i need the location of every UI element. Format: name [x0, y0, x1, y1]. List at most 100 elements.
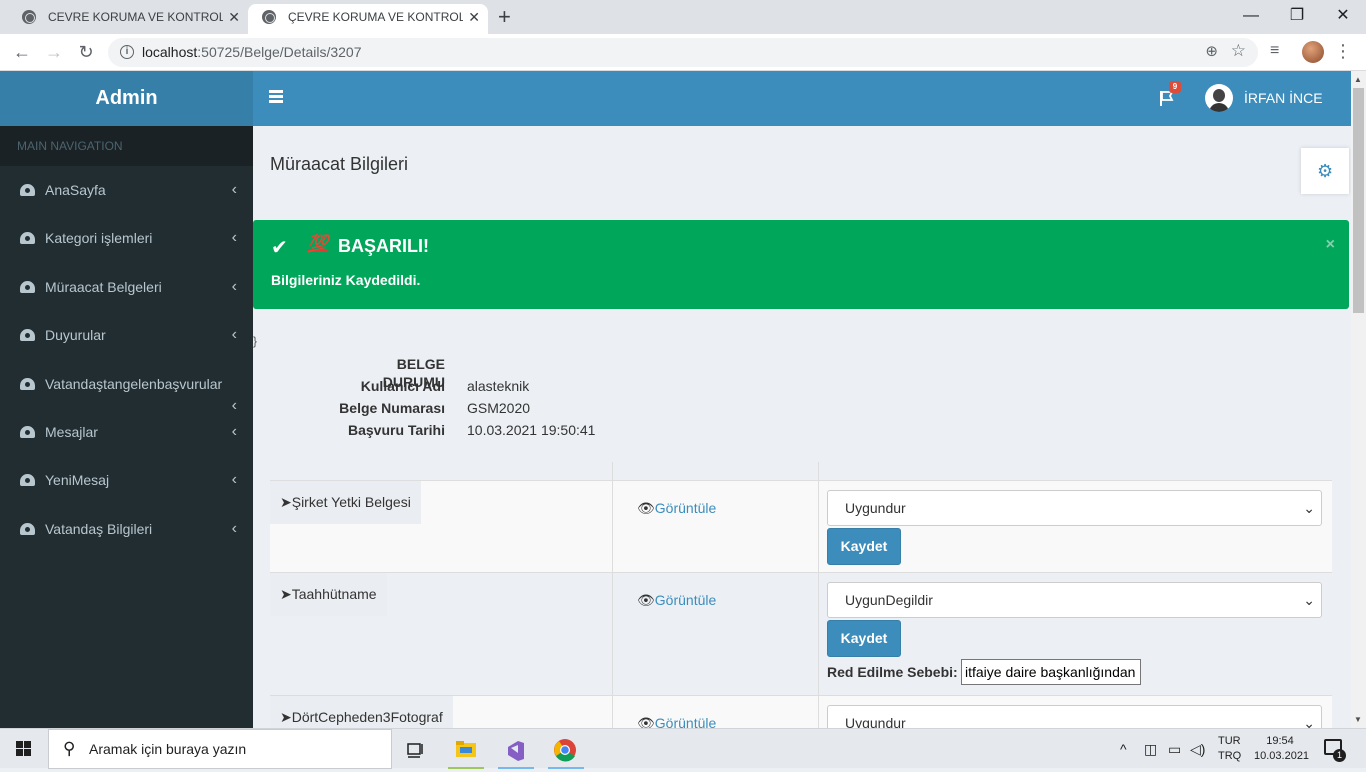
sidebar-item-basvurular[interactable]: Vatandaştangelenbaşvurular ‹	[0, 360, 253, 414]
search-icon: ⚲	[63, 739, 76, 758]
sidebar-item-kategori[interactable]: Kategori işlemleri ‹	[0, 214, 253, 262]
globe-icon	[22, 10, 36, 24]
dashboard-icon	[20, 474, 35, 487]
chevron-left-icon: ‹	[231, 277, 237, 295]
alert-message: Bilgileriniz Kaydedildi.	[271, 272, 421, 288]
reject-reason-input[interactable]: itfaiye daire başkanlığından	[961, 659, 1141, 685]
network-icon[interactable]: ▭	[1168, 729, 1181, 769]
document-name: ➤DörtCepheden3Fotograf	[270, 696, 453, 728]
sidebar-toggle-icon[interactable]	[269, 90, 283, 103]
page-scrollbar[interactable]: ▲ ▼	[1351, 71, 1366, 728]
dashboard-icon	[20, 329, 35, 342]
tab-title: CEVRE KORUMA VE KONTROL DAİRESİ	[48, 10, 223, 24]
alert-close-button[interactable]: ×	[1326, 236, 1335, 254]
document-name: ➤Taahhütname	[270, 573, 387, 616]
page-title: Müraacat Bilgileri	[270, 154, 409, 174]
user-avatar[interactable]	[1205, 84, 1233, 112]
sidebar-item-label: Vatandaş Bilgileri	[45, 520, 153, 537]
language-indicator[interactable]: TUR TRQ	[1218, 734, 1241, 764]
back-icon[interactable]: ←	[10, 40, 34, 64]
success-alert: ✔ 💯 BAŞARILI! Bilgileriniz Kaydedildi. ×	[253, 220, 1349, 309]
detail-value: GSM2020	[467, 400, 531, 416]
chevron-left-icon: ‹	[231, 519, 237, 537]
windows-taskbar: ⚲ Aramak için buraya yazın ^ ◫ ▭ ◁) TUR T…	[0, 728, 1366, 769]
settings-button[interactable]: ⚙	[1301, 148, 1349, 194]
bookmark-star-icon[interactable]: ☆	[1231, 41, 1246, 61]
chevron-up-icon[interactable]: ^	[1120, 729, 1127, 769]
gear-icon: ⚙	[1317, 161, 1334, 181]
user-name[interactable]: İRFAN İNCE	[1244, 71, 1323, 126]
status-select[interactable]: UygunDegildir ⌄	[827, 582, 1322, 618]
taskbar-search[interactable]: ⚲ Aramak için buraya yazın	[48, 729, 392, 769]
close-tab-icon[interactable]: ✕	[468, 4, 480, 30]
sidebar-item-vatandas[interactable]: Vatandaş Bilgileri ‹	[0, 505, 253, 553]
dashboard-icon	[20, 232, 35, 245]
detail-label: Belge Numarası	[339, 400, 445, 416]
zoom-icon[interactable]: ⊕	[1205, 42, 1218, 60]
sidebar-item-label: Duyurular	[45, 327, 106, 344]
chevron-down-icon: ⌄	[1303, 592, 1315, 608]
admin-app: Admin 9 İRFAN İNCE MAIN NAVIGATION AnaSa…	[0, 71, 1366, 728]
sidebar-item-duyurular[interactable]: Duyurular ‹	[0, 311, 253, 359]
sidebar-item-yenimesaj[interactable]: YeniMesaj ‹	[0, 456, 253, 504]
detail-heading: BELGE DURUMU	[382, 356, 445, 390]
dashboard-icon	[20, 184, 35, 196]
view-link[interactable]: 👁Görüntüle	[637, 500, 716, 517]
sidebar-item-label: Mesajlar	[45, 423, 98, 440]
chrome-icon[interactable]	[546, 733, 586, 769]
close-tab-icon[interactable]: ✕	[228, 4, 240, 30]
status-select[interactable]: Uygundur ⌄	[827, 705, 1322, 728]
notification-badge: 9	[1169, 81, 1181, 93]
chevron-left-icon: ‹	[231, 471, 237, 489]
forward-icon[interactable]: →	[42, 40, 66, 64]
save-button[interactable]: Kaydet	[827, 620, 901, 657]
url-text[interactable]: localhost:50725/Belge/Details/3207	[142, 38, 362, 67]
browser-tab-active[interactable]: ÇEVRE KORUMA VE KONTROL AİRESİ ✕	[248, 4, 488, 34]
reload-icon[interactable]: ↻	[74, 40, 98, 64]
scroll-up-icon[interactable]: ▲	[1354, 75, 1362, 84]
sidebar-item-mesajlar[interactable]: Mesajlar ‹	[0, 408, 253, 456]
table-row: ➤Taahhütname 👁Görüntüle UygunDegildir ⌄ K…	[270, 572, 1332, 695]
eye-icon: 👁	[637, 715, 655, 728]
scrollbar-thumb[interactable]	[1353, 88, 1364, 313]
sidebar-item-label: Müraacat Belgeleri	[45, 278, 162, 295]
window-close-button[interactable]: ✕	[1320, 4, 1366, 28]
view-link[interactable]: 👁Görüntüle	[637, 715, 716, 728]
address-bar[interactable]: i localhost:50725/Belge/Details/3207 ⊕ ☆	[108, 38, 1258, 67]
volume-icon[interactable]: ◁)	[1190, 729, 1205, 769]
site-info-icon[interactable]: i	[120, 45, 134, 59]
scroll-down-icon[interactable]: ▼	[1354, 715, 1362, 724]
table-row: ➤Şirket Yetki Belgesi 👁Görüntüle Uygundu…	[270, 480, 1332, 572]
save-button[interactable]: Kaydet	[827, 528, 901, 565]
chevron-left-icon: ‹	[231, 229, 237, 247]
detail-label: Başvuru Tarihi	[348, 422, 445, 438]
sidebar-header: MAIN NAVIGATION	[0, 126, 253, 166]
view-link[interactable]: 👁Görüntüle	[637, 592, 716, 609]
new-tab-button[interactable]: +	[498, 4, 511, 30]
meet-now-icon[interactable]: ◫	[1144, 729, 1157, 769]
visual-studio-icon[interactable]	[496, 733, 536, 769]
detail-value: 10.03.2021 19:50:41	[467, 422, 596, 438]
windows-start-icon[interactable]	[16, 741, 32, 757]
check-icon: ✔	[271, 237, 288, 259]
minimize-button[interactable]: —	[1228, 4, 1274, 28]
file-explorer-icon[interactable]	[446, 733, 486, 769]
browser-tab-inactive[interactable]: CEVRE KORUMA VE KONTROL DAİRESİ ✕	[8, 4, 248, 34]
chevron-down-icon: ⌄	[1303, 500, 1315, 516]
sidebar-item-label: Kategori işlemleri	[45, 230, 153, 247]
sidebar-item-label: AnaSayfa	[45, 182, 106, 198]
table-row: ➤DörtCepheden3Fotograf 👁Görüntüle Uygund…	[270, 695, 1332, 728]
maximize-button[interactable]: ❐	[1274, 4, 1320, 28]
sidebar-item-muraacat[interactable]: Müraacat Belgeleri ‹	[0, 263, 253, 311]
sidebar-item-anasayfa[interactable]: AnaSayfa ‹	[0, 166, 253, 214]
media-control-icon[interactable]: ≡	[1270, 42, 1279, 60]
dashboard-icon	[20, 522, 35, 535]
profile-avatar[interactable]	[1302, 41, 1324, 63]
system-clock[interactable]: 19:54 10.03.2021	[1254, 734, 1309, 764]
chevron-left-icon: ‹	[231, 326, 237, 344]
chevron-left-icon: ‹	[231, 422, 237, 440]
task-view-icon[interactable]	[396, 733, 436, 769]
brand-logo[interactable]: Admin	[0, 71, 253, 126]
browser-menu-icon[interactable]: ⋮	[1334, 40, 1352, 62]
status-select[interactable]: Uygundur ⌄	[827, 490, 1322, 526]
